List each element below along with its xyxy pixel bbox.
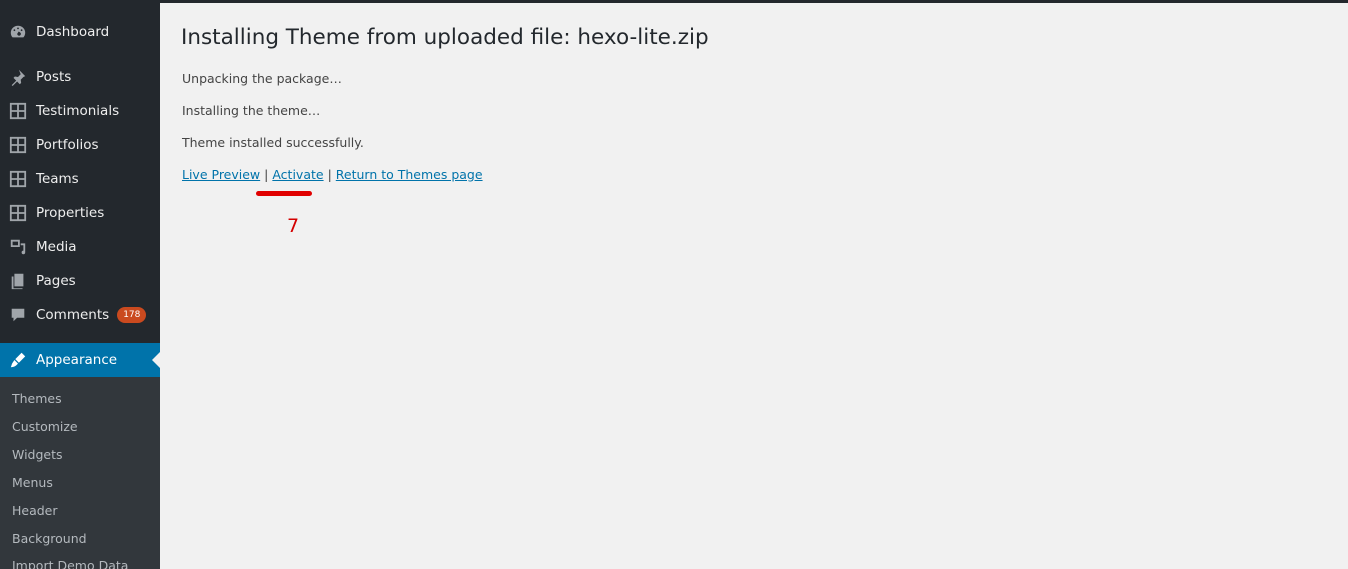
pages-icon xyxy=(8,271,28,291)
admin-sidebar: Dashboard Posts Testimonials Portfolios … xyxy=(0,0,160,569)
sidebar-item-label: Testimonials xyxy=(36,103,120,119)
submenu-item-background[interactable]: Background xyxy=(12,531,87,546)
sidebar-item-teams[interactable]: Teams xyxy=(0,162,160,196)
pin-icon xyxy=(8,67,28,87)
annotation-step-number: 7 xyxy=(287,215,300,237)
brush-icon xyxy=(8,350,28,370)
sidebar-item-appearance[interactable]: Appearance xyxy=(0,343,160,377)
page-title: Installing Theme from uploaded file: hex… xyxy=(181,25,709,50)
sidebar-item-dashboard[interactable]: Dashboard xyxy=(0,15,160,49)
submenu-item-menus[interactable]: Menus xyxy=(12,475,53,490)
grid-icon xyxy=(8,169,28,189)
sidebar-item-media[interactable]: Media xyxy=(0,230,160,264)
submenu-item-widgets[interactable]: Widgets xyxy=(12,447,63,462)
comments-count-badge: 178 xyxy=(117,307,147,323)
sidebar-item-comments[interactable]: Comments 178 xyxy=(0,298,160,332)
grid-icon xyxy=(8,203,28,223)
grid-icon xyxy=(8,101,28,121)
status-message-installing: Installing the theme… xyxy=(182,103,321,118)
status-message-unpacking: Unpacking the package… xyxy=(182,71,342,86)
theme-action-links: Live Preview | Activate | Return to Them… xyxy=(182,167,483,182)
submenu-item-import-demo-data[interactable]: Import Demo Data xyxy=(12,558,128,569)
sidebar-item-testimonials[interactable]: Testimonials xyxy=(0,94,160,128)
link-separator: | xyxy=(264,167,269,182)
status-message-success: Theme installed successfully. xyxy=(182,135,364,150)
sidebar-item-properties[interactable]: Properties xyxy=(0,196,160,230)
sidebar-item-label: Properties xyxy=(36,205,105,221)
sidebar-item-label: Teams xyxy=(36,171,79,187)
sidebar-item-label: Media xyxy=(36,239,77,255)
return-to-themes-link[interactable]: Return to Themes page xyxy=(336,167,483,182)
sidebar-item-posts[interactable]: Posts xyxy=(0,60,160,94)
sidebar-item-label: Portfolios xyxy=(36,137,99,153)
sidebar-item-portfolios[interactable]: Portfolios xyxy=(0,128,160,162)
comment-icon xyxy=(8,305,28,325)
submenu-item-themes[interactable]: Themes xyxy=(12,391,62,406)
live-preview-link[interactable]: Live Preview xyxy=(182,167,260,182)
sidebar-item-label: Comments xyxy=(36,307,110,323)
media-icon xyxy=(8,237,28,257)
submenu-item-header[interactable]: Header xyxy=(12,503,58,518)
submenu-item-customize[interactable]: Customize xyxy=(12,419,78,434)
main-content: Installing Theme from uploaded file: hex… xyxy=(160,3,1348,569)
activate-link[interactable]: Activate xyxy=(272,167,323,182)
sidebar-item-label: Dashboard xyxy=(36,24,110,40)
sidebar-item-label: Posts xyxy=(36,69,72,85)
sidebar-item-label: Appearance xyxy=(36,352,118,368)
grid-icon xyxy=(8,135,28,155)
sidebar-item-pages[interactable]: Pages xyxy=(0,264,160,298)
appearance-submenu: Themes Customize Widgets Menus Header Ba… xyxy=(0,377,160,569)
link-separator: | xyxy=(327,167,332,182)
annotation-underline xyxy=(256,191,312,196)
sidebar-item-label: Pages xyxy=(36,273,76,289)
dashboard-icon xyxy=(8,22,28,42)
